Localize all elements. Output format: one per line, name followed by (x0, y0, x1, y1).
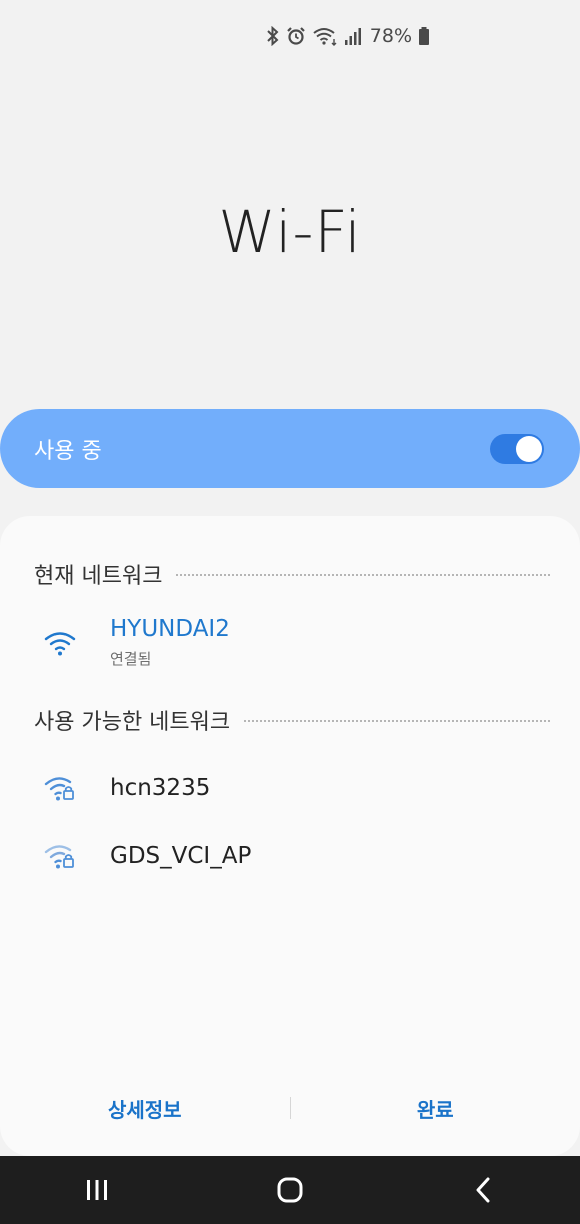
recent-apps-icon (86, 1180, 107, 1200)
network-item-hcn3235[interactable]: hcn3235 (0, 774, 580, 802)
home-icon (277, 1177, 303, 1203)
wifi-picker-screen: 78% Wi-Fi 사용 중 현재 네트워크 HYUNDAI2 연결됨 사용 가… (0, 0, 580, 1224)
network-name: GDS_VCI_AP (110, 843, 252, 869)
navigation-bar (0, 1156, 580, 1224)
toggle-knob (516, 435, 542, 462)
current-network-item[interactable]: HYUNDAI2 연결됨 (0, 616, 580, 669)
page-title: Wi-Fi (218, 198, 362, 266)
battery-percent: 78% (369, 25, 412, 47)
section-divider (244, 720, 550, 722)
status-bar: 78% (266, 22, 430, 50)
network-name: hcn3235 (110, 775, 211, 801)
wifi-connected-icon (44, 631, 76, 655)
toggle-label: 사용 중 (34, 438, 102, 464)
wifi-master-toggle-bar[interactable]: 사용 중 (0, 409, 580, 488)
available-networks-header: 사용 가능한 네트워크 (34, 704, 550, 736)
wifi-locked-icon (44, 845, 74, 869)
current-network-status: 연결됨 (110, 650, 152, 668)
recent-apps-button[interactable] (57, 1165, 137, 1215)
network-item-gds-vci-ap[interactable]: GDS_VCI_AP (0, 842, 580, 870)
battery-icon (419, 27, 429, 45)
back-icon (476, 1177, 490, 1203)
wifi-locked-icon (44, 777, 74, 801)
back-button[interactable] (443, 1165, 523, 1215)
current-network-name: HYUNDAI2 (110, 616, 230, 642)
dialog-buttons: 상세정보 완료 (0, 1088, 580, 1128)
alarm-icon (286, 27, 305, 45)
available-networks-title: 사용 가능한 네트워크 (34, 710, 231, 735)
section-divider (176, 574, 550, 576)
network-list-card: 현재 네트워크 HYUNDAI2 연결됨 사용 가능한 네트워크 hcn3235… (0, 516, 580, 1156)
details-button[interactable]: 상세정보 (0, 1094, 290, 1123)
wifi-icon (313, 28, 337, 46)
home-button[interactable] (250, 1165, 330, 1215)
signal-icon (344, 28, 361, 45)
done-button[interactable]: 완료 (291, 1094, 580, 1123)
current-network-title: 현재 네트워크 (34, 564, 163, 589)
bluetooth-icon (267, 26, 279, 46)
wifi-toggle-switch[interactable] (490, 433, 544, 464)
current-network-header: 현재 네트워크 (34, 558, 550, 590)
